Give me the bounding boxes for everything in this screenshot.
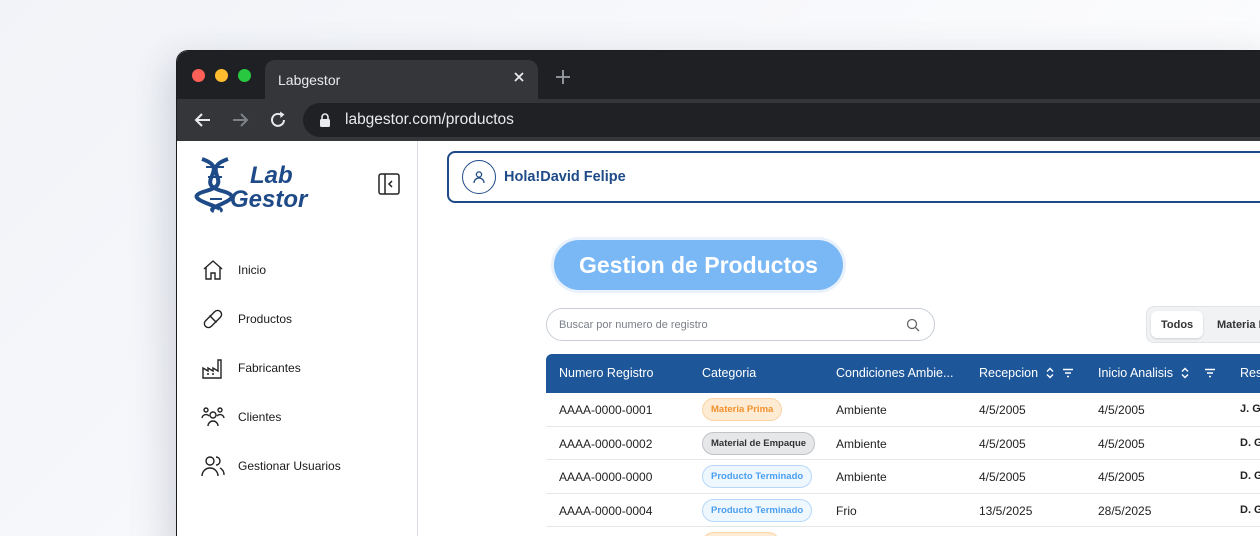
sidebar-item-label: Inicio — [238, 263, 267, 277]
address-bar[interactable]: labgestor.com/productos — [303, 103, 1260, 137]
new-tab-icon[interactable] — [555, 69, 571, 85]
search-icon[interactable] — [906, 318, 920, 332]
column-header-categoria[interactable]: Categoria — [702, 366, 756, 380]
sidebar-item-productos[interactable]: Productos — [201, 305, 292, 333]
column-header-recepcion[interactable]: Recepcion — [979, 366, 1074, 380]
maximize-window-button[interactable] — [238, 69, 251, 82]
category-badge: Producto Terminado — [702, 465, 813, 488]
sidebar-item-label: Productos — [238, 312, 293, 326]
url-text: labgestor.com/productos — [345, 111, 514, 128]
table-row[interactable] — [546, 527, 1260, 536]
sidebar-item-fabricantes[interactable]: Fabricantes — [201, 354, 301, 382]
back-arrow-icon[interactable] — [193, 110, 213, 130]
avatar[interactable] — [462, 160, 496, 194]
filter-todos[interactable]: Todos — [1151, 311, 1204, 338]
browser-toolbar: labgestor.com/productos — [177, 99, 1260, 141]
sidebar-item-inicio[interactable]: Inicio — [201, 256, 266, 284]
cell-registro: AAAA-0000-0002 — [559, 436, 653, 451]
products-table: Numero Registro Categoria Condiciones Am… — [546, 354, 1260, 536]
forward-arrow-icon[interactable] — [230, 110, 250, 130]
table-row[interactable]: AAAA-0000-0000 Producto Terminado Ambien… — [546, 460, 1260, 494]
cell-responsable: J. G — [1240, 403, 1260, 415]
sidebar: Lab Gestor Inicio Productos Fabricantes … — [177, 141, 418, 536]
cell-condiciones: Frio — [836, 503, 857, 518]
clients-icon — [201, 407, 225, 427]
column-header-inicio-analisis[interactable]: Inicio Analisis — [1098, 366, 1216, 380]
search-input[interactable] — [559, 318, 889, 331]
cell-registro: AAAA-0000-0004 — [559, 503, 653, 518]
reload-icon[interactable] — [268, 110, 288, 130]
cell-inicio-analisis: 4/5/2005 — [1098, 403, 1145, 417]
cell-recepcion: 4/5/2005 — [979, 403, 1026, 417]
cell-recepcion: 4/5/2005 — [979, 470, 1026, 484]
user-greeting-bar: Hola!David Felipe — [447, 151, 1260, 203]
sidebar-item-gestionar-usuarios[interactable]: Gestionar Usuarios — [201, 452, 341, 480]
cell-recepcion: 13/5/2025 — [979, 503, 1033, 518]
sidebar-item-label: Gestionar Usuarios — [238, 459, 341, 473]
factory-icon — [202, 359, 222, 379]
sidebar-item-clientes[interactable]: Clientes — [201, 403, 281, 431]
home-icon — [203, 260, 223, 280]
filter-icon[interactable] — [1062, 368, 1074, 378]
filter-icon[interactable] — [1204, 368, 1216, 378]
category-badge: Materia Prima — [702, 398, 783, 421]
search-box — [546, 308, 935, 341]
page-title: Gestion de Productos — [554, 240, 843, 290]
sort-icon[interactable] — [1045, 367, 1055, 379]
dna-logo-icon: Lab Gestor — [194, 157, 309, 213]
browser-window: Labgestor labgestor.com/productos Lab Ge… — [176, 50, 1260, 536]
sidebar-item-label: Fabricantes — [238, 361, 301, 375]
browser-tab-bar: Labgestor — [177, 51, 1260, 99]
cell-condiciones: Ambiente — [836, 470, 887, 484]
column-header-registro[interactable]: Numero Registro — [559, 366, 653, 380]
browser-tab[interactable]: Labgestor — [265, 60, 538, 99]
table-row[interactable]: AAAA-0000-0002 Material de Empaque Ambie… — [546, 427, 1260, 460]
table-row[interactable]: AAAA-0000-0004 Producto Terminado Frio 1… — [546, 494, 1260, 527]
category-badge — [702, 532, 780, 536]
cell-registro: AAAA-0000-0001 — [559, 403, 653, 417]
collapse-sidebar-icon[interactable] — [377, 172, 401, 196]
filter-materia-prima[interactable]: Materia Prima — [1207, 311, 1260, 338]
sort-icon[interactable] — [1180, 367, 1190, 379]
cell-registro: AAAA-0000-0000 — [559, 470, 653, 484]
pill-icon — [203, 309, 223, 329]
lock-icon — [320, 113, 330, 127]
close-window-button[interactable] — [192, 69, 205, 82]
close-tab-icon[interactable] — [512, 70, 526, 84]
cell-inicio-analisis: 28/5/2025 — [1098, 503, 1152, 518]
cell-responsable: D. G — [1240, 436, 1260, 449]
tab-title: Labgestor — [278, 71, 341, 88]
category-badge: Producto Terminado — [702, 498, 813, 522]
minimize-window-button[interactable] — [215, 69, 228, 82]
column-header-responsable[interactable]: Res — [1240, 366, 1260, 380]
app-area: Lab Gestor Inicio Productos Fabricantes … — [177, 141, 1260, 536]
greeting-text: Hola!David Felipe — [504, 169, 626, 185]
column-header-condiciones[interactable]: Condiciones Ambie... — [836, 366, 953, 380]
labgestor-logo[interactable]: Lab Gestor — [192, 155, 322, 213]
cell-responsable: D. G — [1240, 503, 1260, 516]
table-row[interactable]: AAAA-0000-0001 Materia Prima Ambiente 4/… — [546, 393, 1260, 427]
user-icon — [473, 171, 485, 184]
category-badge: Material de Empaque — [702, 431, 816, 455]
logo-text-lab: Lab — [250, 162, 293, 189]
cell-inicio-analisis: 4/5/2005 — [1098, 470, 1145, 484]
category-filter-group: Todos Materia Prima — [1146, 306, 1260, 343]
cell-condiciones: Ambiente — [836, 403, 887, 417]
cell-inicio-analisis: 4/5/2005 — [1098, 436, 1145, 451]
cell-recepcion: 4/5/2005 — [979, 436, 1026, 451]
cell-responsable: D. G — [1240, 470, 1260, 482]
logo-text-gestor: Gestor — [230, 186, 309, 213]
sidebar-item-label: Clientes — [238, 410, 282, 424]
cell-condiciones: Ambiente — [836, 436, 887, 451]
table-header: Numero Registro Categoria Condiciones Am… — [546, 354, 1260, 393]
users-icon — [201, 456, 225, 477]
